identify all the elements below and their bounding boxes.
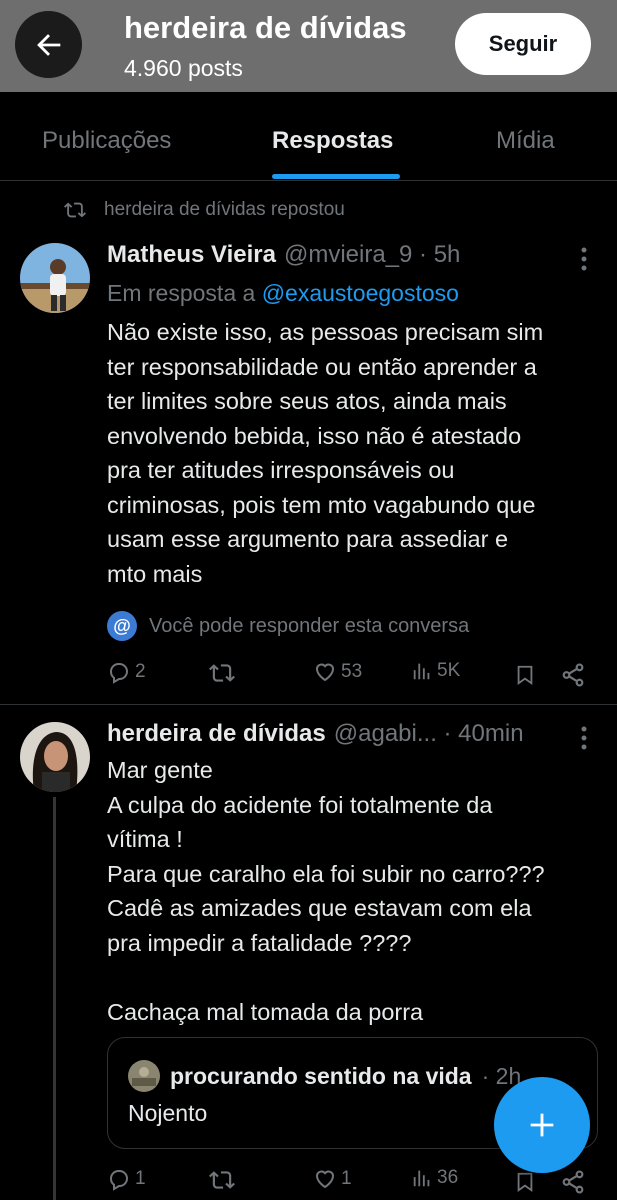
- tab-respostas[interactable]: Respostas: [272, 127, 393, 155]
- active-tab-indicator: [272, 174, 400, 179]
- reply-count: 2: [135, 661, 146, 682]
- more-options-icon[interactable]: [574, 723, 594, 753]
- like-button[interactable]: 53: [313, 660, 362, 684]
- follow-button[interactable]: Seguir: [455, 13, 591, 75]
- post-divider: [0, 704, 617, 705]
- reply-button[interactable]: 1: [107, 1167, 146, 1191]
- repost-notice-text: herdeira de dívidas repostou: [104, 199, 345, 220]
- posts-count: 4.960 posts: [124, 55, 243, 81]
- repost-button[interactable]: [207, 1167, 237, 1193]
- arrow-left-icon: [36, 33, 60, 56]
- like-count: 1: [341, 1168, 352, 1189]
- more-options-icon[interactable]: [574, 244, 594, 274]
- repost-button[interactable]: [207, 660, 237, 686]
- heart-icon: [315, 1170, 335, 1189]
- repost-icon: [64, 202, 86, 218]
- bookmark-icon[interactable]: [514, 1169, 536, 1195]
- views-icon: [413, 663, 430, 680]
- views-button[interactable]: 36: [411, 1167, 458, 1189]
- reply-to-line: Em resposta a @exaustoegostoso: [107, 280, 459, 307]
- at-sign-icon: @: [107, 611, 137, 641]
- avatar-matheus[interactable]: [20, 243, 90, 313]
- reply-mention-link[interactable]: @exaustoegostoso: [262, 280, 459, 306]
- back-button[interactable]: [15, 11, 82, 78]
- post1-actions: 2 53 5K: [107, 660, 587, 692]
- reply-button[interactable]: 2: [107, 660, 146, 684]
- reply-icon: [110, 1170, 129, 1191]
- profile-tabs: Publicações Respostas Mídia: [0, 92, 617, 181]
- profile-header: herdeira de dívidas 4.960 posts Seguir: [0, 0, 617, 92]
- tab-midia[interactable]: Mídia: [496, 127, 555, 155]
- thread-connector: [53, 797, 56, 1200]
- post1-header: Matheus Vieira @mvieira_9 · 5h: [107, 241, 460, 269]
- views-count: 5K: [437, 660, 461, 681]
- post2-header: herdeira de dívidas @agabi... · 40min: [107, 720, 524, 748]
- compose-fab-button[interactable]: [494, 1077, 590, 1173]
- views-count: 36: [437, 1167, 459, 1188]
- reply-prefix: Em resposta a: [107, 280, 256, 306]
- reply-permission-text: Você pode responder esta conversa: [149, 614, 470, 637]
- post1-author-name[interactable]: Matheus Vieira: [107, 241, 276, 269]
- tab-publicacoes[interactable]: Publicações: [42, 127, 171, 155]
- post2-actions: 1 1 36: [107, 1167, 587, 1199]
- share-icon[interactable]: [560, 1169, 586, 1195]
- reply-icon: [110, 663, 129, 684]
- views-button[interactable]: 5K: [411, 660, 460, 682]
- views-icon: [413, 1170, 430, 1187]
- like-count: 53: [341, 661, 363, 682]
- repost-icon: [209, 664, 235, 682]
- heart-icon: [315, 663, 335, 682]
- share-icon[interactable]: [560, 662, 586, 688]
- plus-icon: [530, 1113, 554, 1137]
- post2-text: Mar gente A culpa do acidente foi totalm…: [107, 757, 545, 1025]
- quoted-author-name: procurando sentido na vida: [170, 1062, 472, 1089]
- quoted-avatar: [128, 1060, 160, 1092]
- post2-author-name[interactable]: herdeira de dívidas: [107, 720, 326, 748]
- profile-name-title: herdeira de dívidas: [124, 10, 407, 45]
- reply-permission-notice: @ Você pode responder esta conversa: [107, 611, 469, 641]
- avatar-herdeira[interactable]: [20, 722, 90, 792]
- repost-icon: [209, 1171, 235, 1189]
- post2-handle-time: @agabi... · 40min: [333, 720, 524, 747]
- repost-notice: herdeira de dívidas repostou: [62, 199, 345, 221]
- quoted-text: Nojento: [128, 1100, 208, 1126]
- bookmark-icon[interactable]: [514, 662, 536, 688]
- post1-text: Não existe isso, as pessoas precisam sim…: [107, 319, 544, 587]
- like-button[interactable]: 1: [313, 1167, 352, 1191]
- post1-handle-time: @mvieira_9 · 5h: [283, 241, 461, 268]
- reply-count: 1: [135, 1168, 146, 1189]
- quoted-post-header: procurando sentido na vida · 2h: [128, 1060, 521, 1092]
